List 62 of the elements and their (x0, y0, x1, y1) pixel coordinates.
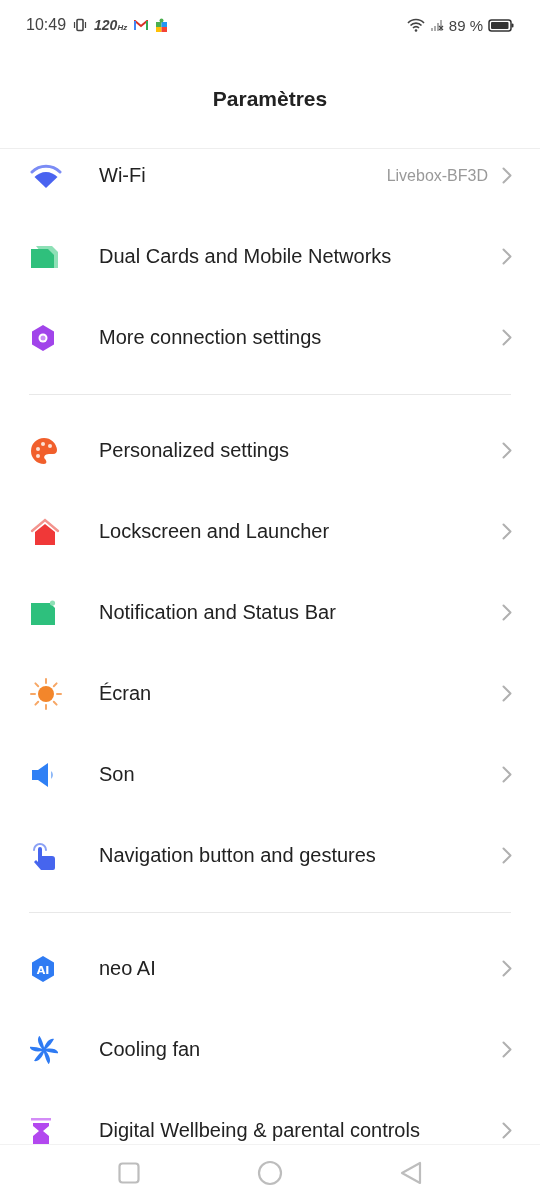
back-button[interactable] (399, 1160, 422, 1185)
settings-item[interactable]: Lockscreen and Launcher (0, 491, 540, 572)
chevron-icon (502, 248, 512, 265)
settings-item[interactable]: Wi-Fi Livebox-BF3D (0, 149, 540, 216)
chevron-icon (502, 685, 512, 702)
item-label: Personalized settings (99, 439, 291, 462)
item-label: Écran (99, 682, 153, 705)
sim-card-icon (30, 245, 60, 268)
vibrate-icon (73, 18, 88, 32)
hourglass-icon (30, 1116, 52, 1144)
item-label: Cooling fan (99, 1038, 202, 1061)
chevron-icon (502, 523, 512, 540)
item-label: Dual Cards and Mobile Networks (99, 245, 393, 268)
settings-item[interactable]: AI neo AI (0, 928, 540, 1009)
mail-icon (134, 19, 149, 31)
settings-item[interactable]: Écran (0, 653, 540, 734)
item-value: Livebox-BF3D (386, 166, 488, 185)
item-label: More connection settings (99, 326, 323, 349)
item-label: Digital Wellbeing & parental controls (99, 1119, 421, 1142)
chevron-icon (502, 960, 512, 977)
recent-apps-button[interactable] (118, 1161, 141, 1184)
chevron-icon (502, 1041, 512, 1058)
hexagon-icon (30, 323, 56, 352)
house-icon (30, 517, 60, 546)
chevron-icon (502, 604, 512, 621)
item-label: Lockscreen and Launcher (99, 520, 331, 543)
chevron-icon (502, 167, 512, 184)
settings-item[interactable]: Personalized settings (0, 410, 540, 491)
battery-icon (488, 18, 514, 32)
chevron-icon (502, 329, 512, 346)
notification-icon (30, 599, 56, 626)
chevron-icon (502, 847, 512, 864)
ai-hexagon-icon: AI (30, 954, 56, 983)
chevron-icon (502, 1122, 512, 1139)
palette-icon (30, 436, 58, 465)
settings-item[interactable]: Son (0, 734, 540, 815)
item-label: neo AI (99, 957, 157, 980)
refresh-rate: 120 (94, 17, 118, 33)
sun-icon (30, 677, 62, 710)
settings-item[interactable]: Navigation button and gestures (0, 815, 540, 896)
status-time: 10:49 (26, 16, 67, 34)
cell-signal-icon (429, 19, 444, 31)
item-label: Son (99, 763, 136, 786)
page-title: Paramètres (212, 87, 328, 111)
settings-item[interactable]: Notification and Status Bar (0, 572, 540, 653)
item-label: Navigation button and gestures (99, 844, 377, 867)
item-label: Wi-Fi (99, 164, 147, 187)
refresh-unit: Hz (117, 23, 128, 32)
puzzle-icon (155, 18, 169, 32)
settings-item[interactable]: Dual Cards and Mobile Networks (0, 216, 540, 297)
item-label: Notification and Status Bar (99, 601, 337, 624)
chevron-icon (502, 442, 512, 459)
home-button[interactable] (257, 1159, 283, 1186)
fan-icon (30, 1035, 58, 1064)
chevron-icon (502, 766, 512, 783)
wifi-signal-icon (406, 18, 425, 32)
settings-item[interactable]: Digital Wellbeing & parental controls (0, 1090, 540, 1144)
wifi-icon (30, 163, 62, 188)
battery-percent: 89 % (448, 16, 483, 34)
pointing-hand-icon (30, 840, 58, 871)
settings-item[interactable]: More connection settings (0, 297, 540, 378)
settings-item[interactable]: Cooling fan (0, 1009, 540, 1090)
